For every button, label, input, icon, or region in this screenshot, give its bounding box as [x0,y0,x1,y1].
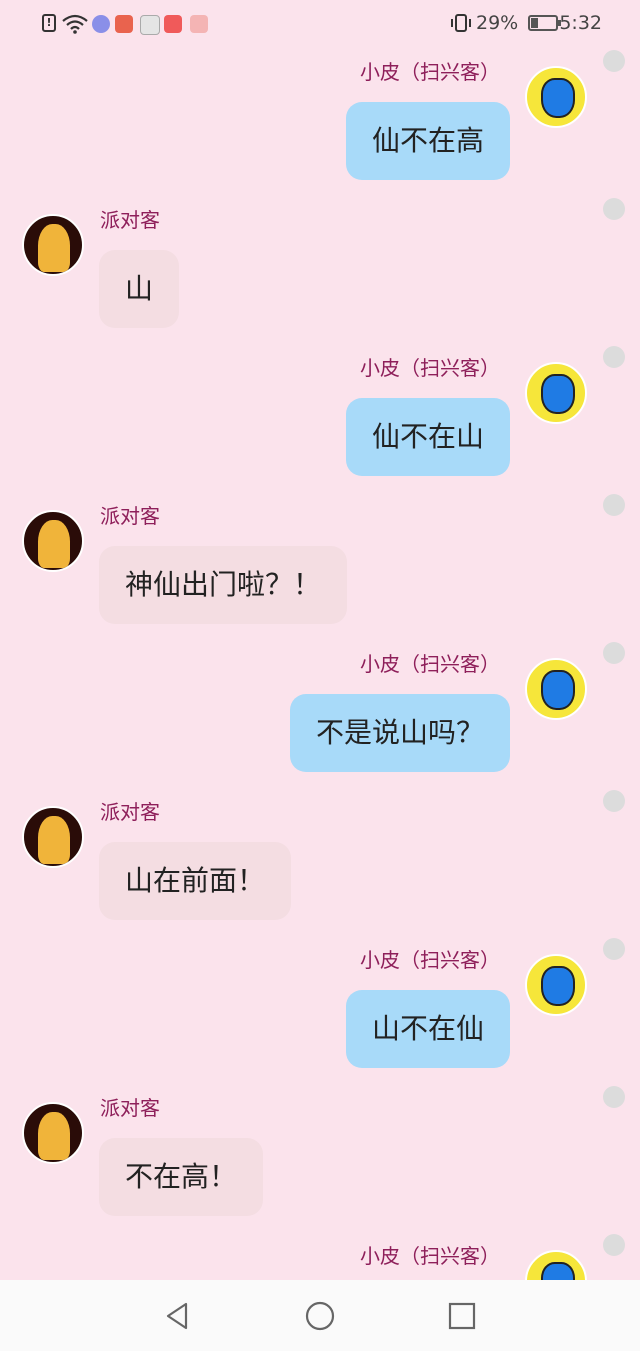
sender-name: 小皮（扫兴客） [360,356,500,380]
avatar[interactable] [22,1102,84,1164]
avatar-image [541,374,575,414]
status-dot [603,198,625,220]
message-bubble[interactable]: 不在高！ [99,1138,264,1216]
recents-icon[interactable] [444,1298,480,1334]
sender-name: 派对客 [100,1096,160,1120]
status-dot [603,1234,625,1256]
avatar-image [38,816,70,864]
status-dot [603,50,625,72]
message-bubble[interactable]: 山在前面！ [99,842,292,920]
avatar-image [541,78,575,118]
message-bubble[interactable]: 山 [99,250,180,328]
sender-name: 小皮（扫兴客） [360,948,500,972]
chat-area[interactable]: 小皮（扫兴客） 仙不在高 派对客山小皮（扫兴客） 仙不在山 派对客 神仙出门啦？！ 小皮（扫… [0,0,640,1280]
message-bubble[interactable]: 不是说山吗？ [289,694,510,772]
avatar[interactable] [525,362,587,424]
message-bubble[interactable]: 山不在仙 [345,990,510,1068]
avatar[interactable] [22,214,84,276]
message-bubble[interactable]: 仙不在高 [345,102,510,180]
avatar[interactable] [525,66,587,128]
avatar-image [541,1262,575,1280]
avatar[interactable] [525,954,587,1016]
message-bubble[interactable]: 神仙出门啦？！ [99,546,348,624]
status-dot [603,1086,625,1108]
status-dot [603,642,625,664]
back-icon[interactable] [160,1298,196,1334]
avatar[interactable] [525,1250,587,1280]
status-dot [603,494,625,516]
home-icon[interactable] [302,1298,338,1334]
status-dot [603,938,625,960]
sender-name: 派对客 [100,504,160,528]
navigation-bar [0,1280,640,1351]
sender-name: 小皮（扫兴客） [360,1244,500,1268]
message-bubble[interactable]: 仙不在山 [345,398,510,476]
status-dot [603,790,625,812]
avatar[interactable] [525,658,587,720]
sender-name: 小皮（扫兴客） [360,60,500,84]
status-dot [603,346,625,368]
avatar-image [541,966,575,1006]
sender-name: 派对客 [100,800,160,824]
avatar[interactable] [22,806,84,868]
avatar-image [38,224,70,272]
avatar-image [38,1112,70,1160]
avatar-image [38,520,70,568]
sender-name: 派对客 [100,208,160,232]
sender-name: 小皮（扫兴客） [360,652,500,676]
avatar[interactable] [22,510,84,572]
avatar-image [541,670,575,710]
